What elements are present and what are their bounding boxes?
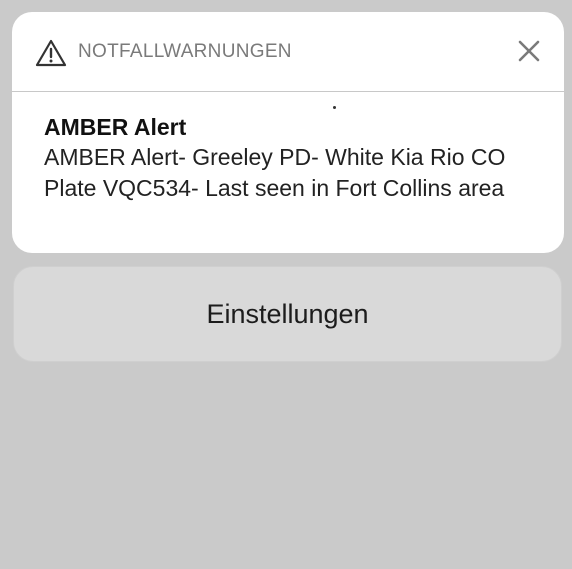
- settings-button-label: Einstellungen: [206, 298, 369, 329]
- settings-button[interactable]: Einstellungen: [13, 266, 562, 362]
- notification-header: NOTFALLWARNUNGEN: [12, 12, 564, 92]
- notification-body: AMBER Alert AMBER Alert- Greeley PD- Whi…: [44, 112, 544, 204]
- close-icon[interactable]: [514, 36, 544, 66]
- warning-triangle-icon: [35, 39, 67, 67]
- alert-message: AMBER Alert- Greeley PD- White Kia Rio C…: [44, 144, 506, 201]
- notification-category: NOTFALLWARNUNGEN: [78, 41, 292, 62]
- dust-speck: [333, 106, 336, 109]
- alert-title: AMBER Alert: [44, 114, 187, 140]
- emergency-alert-notification[interactable]: NOTFALLWARNUNGEN AMBER Alert AMBER Alert…: [12, 12, 564, 253]
